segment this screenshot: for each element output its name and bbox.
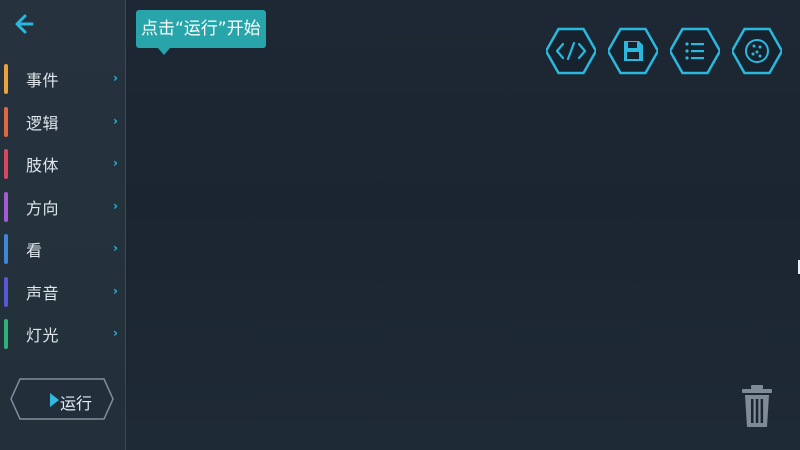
- chevron-right-icon: ›: [113, 198, 118, 213]
- category-color-bar: [4, 319, 8, 349]
- category-look[interactable]: 看 ›: [0, 228, 126, 271]
- chevron-right-icon: ›: [113, 71, 118, 85]
- block-list-button[interactable]: [670, 24, 720, 78]
- code-view-button[interactable]: [546, 24, 596, 78]
- back-button[interactable]: [12, 12, 36, 36]
- trash-icon: [742, 385, 772, 427]
- chevron-right-icon: ›: [113, 241, 118, 255]
- category-limbs[interactable]: 肢体 ›: [0, 143, 126, 186]
- category-logic[interactable]: 逻辑 ›: [0, 101, 126, 144]
- save-button[interactable]: [608, 24, 658, 78]
- category-list: 事件 › 逻辑 › 肢体 › 方向 › 看 › 声音 › 灯光 ›: [0, 58, 126, 356]
- category-label: 声音: [26, 283, 60, 303]
- category-label: 肢体: [26, 156, 60, 176]
- category-sound[interactable]: 声音 ›: [0, 271, 126, 314]
- category-label: 事件: [26, 71, 60, 91]
- category-color-bar: [4, 64, 8, 94]
- chevron-right-icon: ›: [113, 113, 118, 128]
- palette-icon: [732, 27, 782, 75]
- category-color-bar: [4, 276, 8, 307]
- chevron-right-icon: ›: [113, 283, 118, 298]
- category-color-bar: [4, 149, 8, 179]
- category-color-bar: [4, 234, 8, 264]
- play-icon: [50, 393, 59, 407]
- category-color-bar: [4, 106, 8, 137]
- block-category-sidebar: 事件 › 逻辑 › 肢体 › 方向 › 看 › 声音 › 灯光 › 运行: [0, 0, 126, 450]
- category-color-bar: [4, 191, 8, 222]
- save-icon: [608, 27, 658, 75]
- code-icon: [546, 27, 596, 75]
- category-events[interactable]: 事件 ›: [0, 58, 126, 101]
- delete-button[interactable]: [740, 384, 774, 428]
- chevron-right-icon: ›: [113, 326, 118, 340]
- run-hint-tooltip: 点击“运行”开始: [136, 10, 266, 55]
- run-button[interactable]: 运行: [10, 378, 114, 420]
- chevron-right-icon: ›: [113, 156, 118, 170]
- category-lights[interactable]: 灯光 ›: [0, 313, 126, 356]
- list-icon: [670, 27, 720, 75]
- category-label: 看: [26, 241, 43, 261]
- run-label: 运行: [60, 394, 93, 413]
- theme-button[interactable]: [732, 24, 782, 78]
- back-arrow-icon: [15, 14, 34, 34]
- category-label: 灯光: [26, 326, 60, 346]
- category-label: 逻辑: [26, 113, 60, 133]
- category-direction[interactable]: 方向 ›: [0, 186, 126, 229]
- category-label: 方向: [26, 198, 60, 218]
